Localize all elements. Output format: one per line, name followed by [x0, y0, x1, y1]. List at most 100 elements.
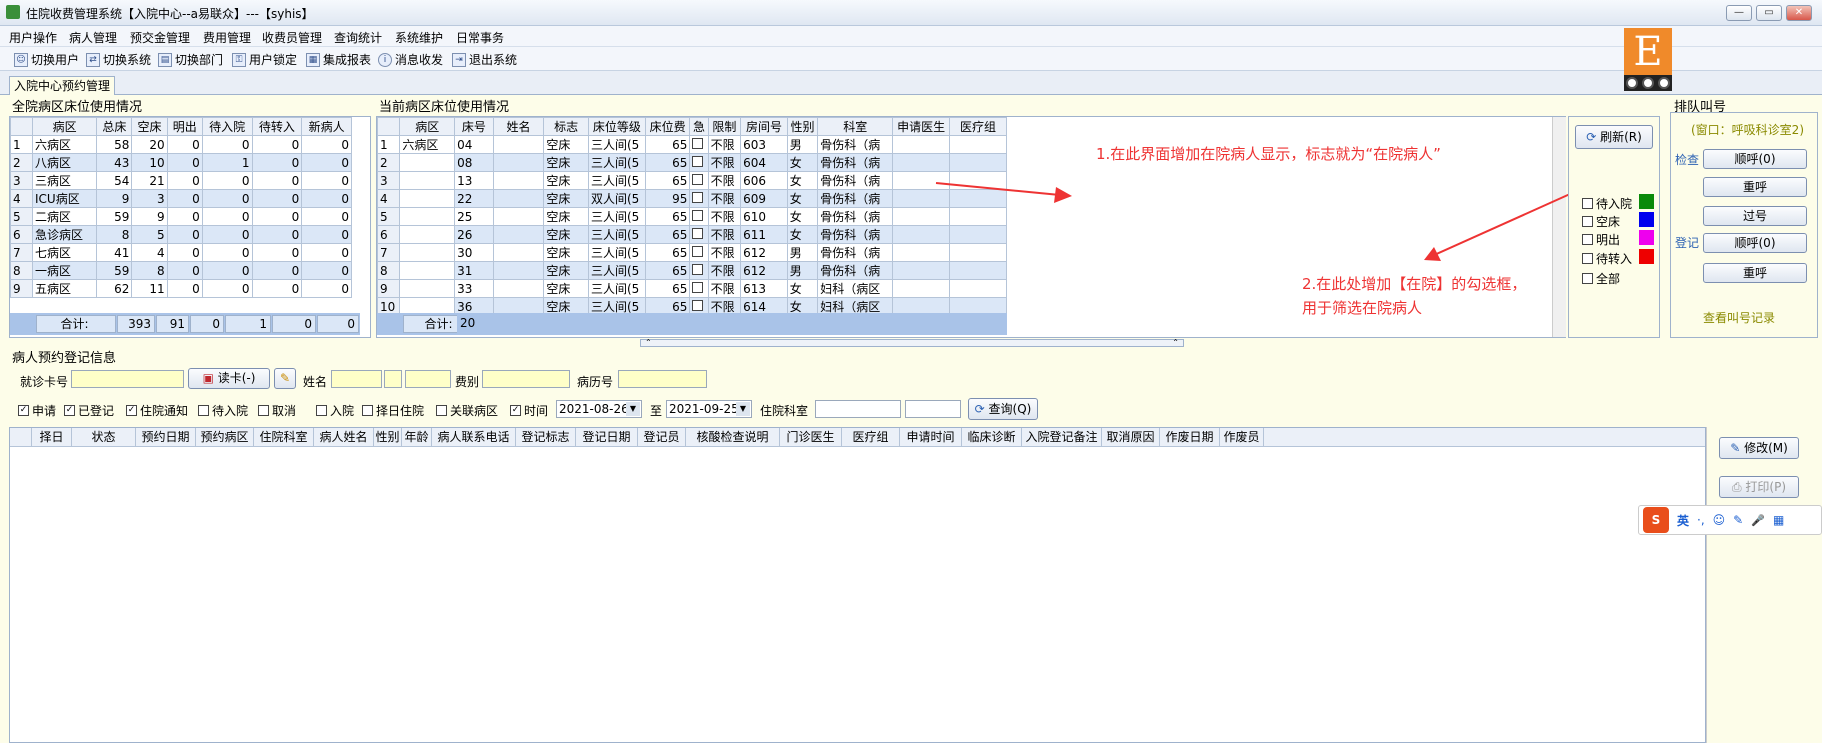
status-checkbox[interactable]: ✓ 申请 [18, 402, 56, 419]
message-button[interactable]: i 消息收发 [378, 51, 443, 68]
punctuation-icon[interactable]: ·, [1697, 513, 1705, 527]
date-to-dropdown-icon[interactable]: ▼ [736, 402, 750, 416]
filter-checkbox[interactable]: 空床 [1582, 213, 1620, 230]
ward-row[interactable]: 5 二病区 59 9 0 0 0 0 [10, 207, 352, 226]
switch-user-button[interactable]: ☺ 切换用户 [14, 51, 79, 68]
call-next-check-button[interactable]: 顺呼(0) [1703, 149, 1807, 169]
ward-row[interactable]: 4 ICU病区 9 3 0 0 0 0 [10, 189, 352, 208]
switch-department-button[interactable]: ▤ 切换部门 [158, 51, 223, 68]
recall-register-button[interactable]: 重呼 [1703, 263, 1807, 283]
edit-button[interactable]: ✎ [274, 368, 296, 389]
name-input[interactable] [331, 370, 382, 388]
read-card-button[interactable]: ▣ 读卡(-) [188, 368, 270, 389]
list-col-header[interactable]: 择日 [32, 428, 72, 446]
col-header[interactable]: 急 [689, 117, 709, 136]
list-col-header[interactable]: 年龄 [402, 428, 432, 446]
col-header[interactable]: 空床 [131, 117, 168, 136]
switch-system-button[interactable]: ⇄ 切换系统 [86, 51, 151, 68]
list-col-header[interactable]: 核酸检查说明 [686, 428, 780, 446]
menu-patient[interactable]: 病人管理 [69, 29, 117, 46]
list-col-header[interactable]: 医疗组 [842, 428, 900, 446]
bed-scrollbar[interactable] [1552, 117, 1566, 337]
urgent-checkbox[interactable] [689, 207, 709, 226]
skip-button[interactable]: 过号 [1703, 206, 1807, 226]
pen-icon[interactable]: ✎ [1733, 513, 1743, 527]
microphone-icon[interactable]: 🎤 [1751, 514, 1765, 527]
menu-user[interactable]: 用户操作 [9, 29, 57, 46]
menu-fee[interactable]: 费用管理 [203, 29, 251, 46]
bed-row[interactable]: 6 26 空床 三人间(5 65 不限 611 女骨伤科（病 [376, 225, 1007, 244]
bed-row[interactable]: 7 30 空床 三人间(5 65 不限 612 男骨伤科（病 [376, 243, 1007, 262]
report-button[interactable]: ▦ 集成报表 [306, 51, 371, 68]
ward-row[interactable]: 1 六病区 58 20 0 0 0 0 [10, 135, 352, 154]
list-col-header[interactable]: 性别 [374, 428, 402, 446]
menu-cashier[interactable]: 收费员管理 [262, 29, 322, 46]
record-no-input[interactable] [618, 370, 707, 388]
col-header[interactable]: 待转入 [251, 117, 303, 136]
call-next-register-button[interactable]: 顺呼(0) [1703, 233, 1807, 253]
menu-deposit[interactable]: 预交金管理 [130, 29, 190, 46]
status-checkbox[interactable]: ✓ 住院通知 [126, 402, 188, 419]
bed-row[interactable]: 2 08 空床 三人间(5 65 不限 604 女骨伤科（病 [376, 153, 1007, 172]
menu-query[interactable]: 查询统计 [334, 29, 382, 46]
date-from-dropdown-icon[interactable]: ▼ [626, 402, 640, 416]
col-header[interactable]: 床位等级 [587, 117, 646, 136]
list-col-header[interactable]: 入院登记备注 [1022, 428, 1102, 446]
filter-checkbox[interactable]: 明出 [1582, 231, 1620, 248]
col-header[interactable]: 床位费 [644, 117, 691, 136]
list-col-header[interactable]: 取消原因 [1102, 428, 1160, 446]
status-checkbox[interactable]: ✓ 时间 [510, 402, 548, 419]
fee-input[interactable] [482, 370, 570, 388]
status-checkbox[interactable]: 取消 [258, 402, 296, 419]
col-header[interactable]: 病区 [31, 117, 98, 136]
status-checkbox[interactable]: 关联病区 [436, 402, 498, 419]
list-col-header[interactable]: 预约病区 [196, 428, 254, 446]
ward-row[interactable]: 3 三病区 54 21 0 0 0 0 [10, 171, 352, 190]
urgent-checkbox[interactable] [689, 261, 709, 280]
col-header[interactable]: 性别 [786, 117, 819, 136]
minimize-button[interactable]: — [1726, 5, 1752, 21]
refresh-button[interactable]: ⟳ 刷新(R) [1575, 125, 1653, 149]
col-header[interactable]: 申请医生 [892, 117, 951, 136]
card-no-input[interactable] [71, 370, 184, 388]
status-checkbox[interactable]: 择日住院 [362, 402, 424, 419]
close-button[interactable]: ✕ [1786, 5, 1812, 21]
grid-icon[interactable]: ▦ [1773, 513, 1784, 527]
recall-check-button[interactable]: 重呼 [1703, 177, 1807, 197]
date-to-input[interactable]: 2021-09-25 ▼ [666, 400, 752, 418]
bed-row[interactable]: 1 六病区 04 空床 三人间(5 65 不限 603 男骨伤科（病 [376, 135, 1007, 154]
menu-daily[interactable]: 日常事务 [456, 29, 504, 46]
ward-row[interactable]: 6 急诊病区 8 5 0 0 0 0 [10, 225, 352, 244]
list-col-header[interactable]: 登记员 [638, 428, 686, 446]
list-col-header[interactable]: 门诊医生 [780, 428, 842, 446]
urgent-checkbox[interactable] [689, 135, 709, 154]
bed-row[interactable]: 8 31 空床 三人间(5 65 不限 612 男骨伤科（病 [376, 261, 1007, 280]
col-header[interactable]: 新病人 [301, 117, 352, 136]
filter-checkbox[interactable]: 待入院 [1582, 195, 1632, 212]
status-checkbox[interactable]: 入院 [316, 402, 354, 419]
filter-checkbox[interactable]: 待转入 [1582, 250, 1632, 267]
ime-language[interactable]: 英 [1677, 512, 1689, 529]
bed-row[interactable]: 3 13 空床 三人间(5 65 不限 606 女骨伤科（病 [376, 171, 1007, 190]
date-from-input[interactable]: 2021-08-26 ▼ [556, 400, 642, 418]
menu-system[interactable]: 系统维护 [395, 29, 443, 46]
list-col-header[interactable]: 作废员 [1220, 428, 1264, 446]
col-header[interactable]: 病区 [399, 117, 456, 136]
tab-admission-reservation[interactable]: 入院中心预约管理 [9, 76, 116, 95]
col-header[interactable]: 待入院 [201, 117, 253, 136]
col-header[interactable]: 科室 [817, 117, 894, 136]
emoji-icon[interactable]: ☺ [1713, 513, 1726, 527]
age-input[interactable] [405, 370, 451, 388]
urgent-checkbox[interactable] [689, 279, 709, 298]
status-checkbox[interactable]: ✓ 已登记 [64, 402, 114, 419]
exit-button[interactable]: ⇥ 退出系统 [452, 51, 517, 68]
ward-row[interactable]: 8 一病区 59 8 0 0 0 0 [10, 261, 352, 280]
col-header[interactable]: 姓名 [492, 117, 545, 136]
list-col-header[interactable]: 申请时间 [900, 428, 962, 446]
urgent-checkbox[interactable] [689, 153, 709, 172]
panel-splitter[interactable]: ⌃ ⌃ [640, 339, 1184, 347]
list-col-header[interactable]: 登记日期 [576, 428, 638, 446]
status-checkbox[interactable]: 待入院 [198, 402, 248, 419]
gender-input[interactable] [384, 370, 402, 388]
maximize-button[interactable]: ▭ [1756, 5, 1782, 21]
